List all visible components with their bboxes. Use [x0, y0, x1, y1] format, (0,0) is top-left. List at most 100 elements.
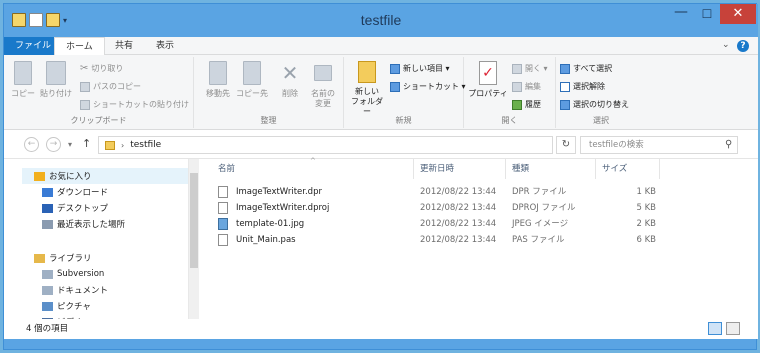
new-group: 新しい フォルダー 新しい項目 ▾ ショートカット ▾ 新規: [344, 57, 466, 128]
new-folder-button[interactable]: 新しい フォルダー: [348, 61, 386, 117]
file-name: template-01.jpg: [236, 219, 305, 229]
open-button[interactable]: 開く ▾: [512, 63, 548, 74]
rename-button[interactable]: 名前の 変更: [308, 61, 338, 109]
ribbon-tabs: ファイル ホーム 共有 表示 ⌄ ?: [4, 37, 758, 56]
easy-access-button[interactable]: ショートカット ▾: [390, 81, 466, 92]
paste-shortcut-button[interactable]: ショートカットの貼り付け: [80, 99, 189, 110]
breadcrumb-current[interactable]: testfile: [130, 140, 161, 150]
select-none-icon: [560, 81, 570, 92]
file-icon: [218, 202, 228, 214]
group-label: 開く: [501, 116, 518, 125]
file-row[interactable]: ImageTextWriter.dpr 2012/08/22 13:44 DPR フ…: [216, 184, 666, 200]
folder-icon: [358, 61, 376, 83]
download-icon: [42, 187, 53, 197]
history-button[interactable]: 履歴: [512, 99, 541, 110]
new-item-button[interactable]: 新しい項目 ▾: [390, 63, 450, 74]
library-icon: [34, 253, 45, 263]
move-to-button[interactable]: 移動先: [202, 61, 234, 99]
copy-icon: [14, 61, 32, 85]
help-icon[interactable]: ?: [737, 40, 749, 52]
tree-item-label: ライブラリ: [49, 254, 92, 264]
copy-button[interactable]: コピー: [10, 61, 36, 99]
edit-icon: [512, 81, 522, 92]
address-bar[interactable]: › testfile: [98, 136, 553, 154]
documents-icon: [42, 285, 53, 295]
invert-selection-button[interactable]: 選択の切り替え: [560, 99, 629, 110]
group-label: 整理: [260, 116, 277, 125]
clipboard-group: コピー 貼り付け ✂ 切り取り パスのコピー ショートカットの貼り付け クリップボ…: [4, 57, 194, 128]
tree-item[interactable]: ピクチャ: [42, 298, 91, 314]
edit-button[interactable]: 編集: [512, 81, 541, 92]
select-group: すべて選択 選択解除 選択の切り替え 選択: [556, 57, 646, 128]
file-row[interactable]: Unit_Main.pas 2012/08/22 13:44 PAS ファイル 6 K…: [216, 232, 666, 248]
file-name: ImageTextWriter.dproj: [236, 203, 330, 213]
organize-group: 移動先 コピー先 ✕ 削除 名前の 変更 整理: [194, 57, 344, 128]
cut-button[interactable]: ✂ 切り取り: [80, 63, 123, 74]
paste-shortcut-icon: [80, 99, 90, 110]
properties-button[interactable]: ✓ プロパティ: [468, 61, 508, 99]
tree-item[interactable]: 最近表示した場所: [42, 216, 125, 232]
tab-view[interactable]: 表示: [145, 37, 185, 55]
tree-item-label: 最近表示した場所: [57, 220, 126, 230]
properties-check-icon: ✓: [479, 61, 497, 85]
title-bar[interactable]: ▾ testfile — ☐ ✕: [4, 4, 758, 37]
file-size: 5 KB: [636, 203, 656, 213]
file-size: 6 KB: [636, 235, 656, 245]
close-button[interactable]: ✕: [720, 4, 756, 24]
large-icons-view-icon[interactable]: [726, 322, 740, 335]
copy-path-button[interactable]: パスのコピー: [80, 81, 141, 92]
tab-home[interactable]: ホーム: [54, 37, 105, 56]
breadcrumb-separator-icon[interactable]: ›: [121, 141, 124, 150]
ribbon-expand-icon[interactable]: ⌄: [722, 40, 730, 50]
tree-item-label: ピクチャ: [57, 302, 91, 312]
details-view-icon[interactable]: [708, 322, 722, 335]
folder-icon: [105, 140, 115, 150]
tree-item[interactable]: Subversion: [42, 266, 104, 282]
tree-item-label: お気に入り: [49, 172, 92, 182]
library-folder-icon: [42, 269, 53, 279]
tree-item[interactable]: デスクトップ: [42, 200, 108, 216]
search-input[interactable]: testfileの検索: [580, 136, 738, 154]
file-date: 2012/08/22 13:44: [420, 235, 497, 245]
file-row[interactable]: template-01.jpg 2012/08/22 13:44 JPEG イメージ…: [216, 216, 666, 232]
copy-to-button[interactable]: コピー先: [236, 61, 268, 99]
status-bar: 4 個の項目: [4, 319, 758, 339]
select-none-button[interactable]: 選択解除: [560, 81, 605, 92]
file-type: PAS ファイル: [512, 235, 565, 245]
group-label: 選択: [593, 116, 609, 125]
navigation-bar: ← → ▾ ↑ › testfile ↻ testfileの検索 ⚲: [4, 130, 758, 159]
minimize-button[interactable]: —: [668, 4, 694, 24]
window-title: testfile: [360, 12, 402, 28]
tree-item-label: ドキュメント: [57, 286, 109, 296]
delete-button[interactable]: ✕ 削除: [276, 61, 304, 99]
recent-locations-icon[interactable]: ▾: [68, 140, 72, 149]
column-header-type[interactable]: 種類: [506, 159, 596, 179]
open-group: ✓ プロパティ 開く ▾ 編集 履歴 開く: [464, 57, 556, 128]
maximize-button[interactable]: ☐: [694, 4, 720, 24]
paste-button[interactable]: 貼り付け: [38, 61, 74, 99]
refresh-icon[interactable]: ↻: [556, 136, 576, 154]
tree-item[interactable]: ドキュメント: [42, 282, 108, 298]
content-area: お気に入りダウンロード デスクトップ最近表示した場所ライブラリ Subversion…: [4, 157, 758, 339]
scrollbar-thumb[interactable]: [190, 173, 198, 268]
tab-share[interactable]: 共有: [104, 37, 144, 55]
file-icon: [218, 234, 228, 246]
up-button[interactable]: ↑: [82, 137, 91, 150]
star-icon: [34, 171, 45, 181]
sort-ascending-icon: ^: [310, 157, 316, 165]
file-date: 2012/08/22 13:44: [420, 219, 497, 229]
back-button[interactable]: ←: [24, 137, 39, 152]
select-all-button[interactable]: すべて選択: [560, 63, 612, 74]
invert-selection-icon: [560, 99, 570, 110]
file-row[interactable]: ImageTextWriter.dproj 2012/08/22 13:44 DPR…: [216, 200, 666, 216]
tree-item[interactable]: ダウンロード: [42, 184, 108, 200]
file-size: 1 KB: [636, 187, 656, 197]
file-icon: [218, 218, 228, 230]
forward-button[interactable]: →: [46, 137, 61, 152]
column-header-date[interactable]: 更新日時: [414, 159, 506, 179]
column-header-size[interactable]: サイズ: [596, 159, 660, 179]
tree-item[interactable]: お気に入り: [22, 168, 188, 184]
tree-item[interactable]: ライブラリ: [34, 250, 92, 266]
search-icon: ⚲: [725, 139, 733, 150]
copy-path-icon: [80, 81, 90, 92]
